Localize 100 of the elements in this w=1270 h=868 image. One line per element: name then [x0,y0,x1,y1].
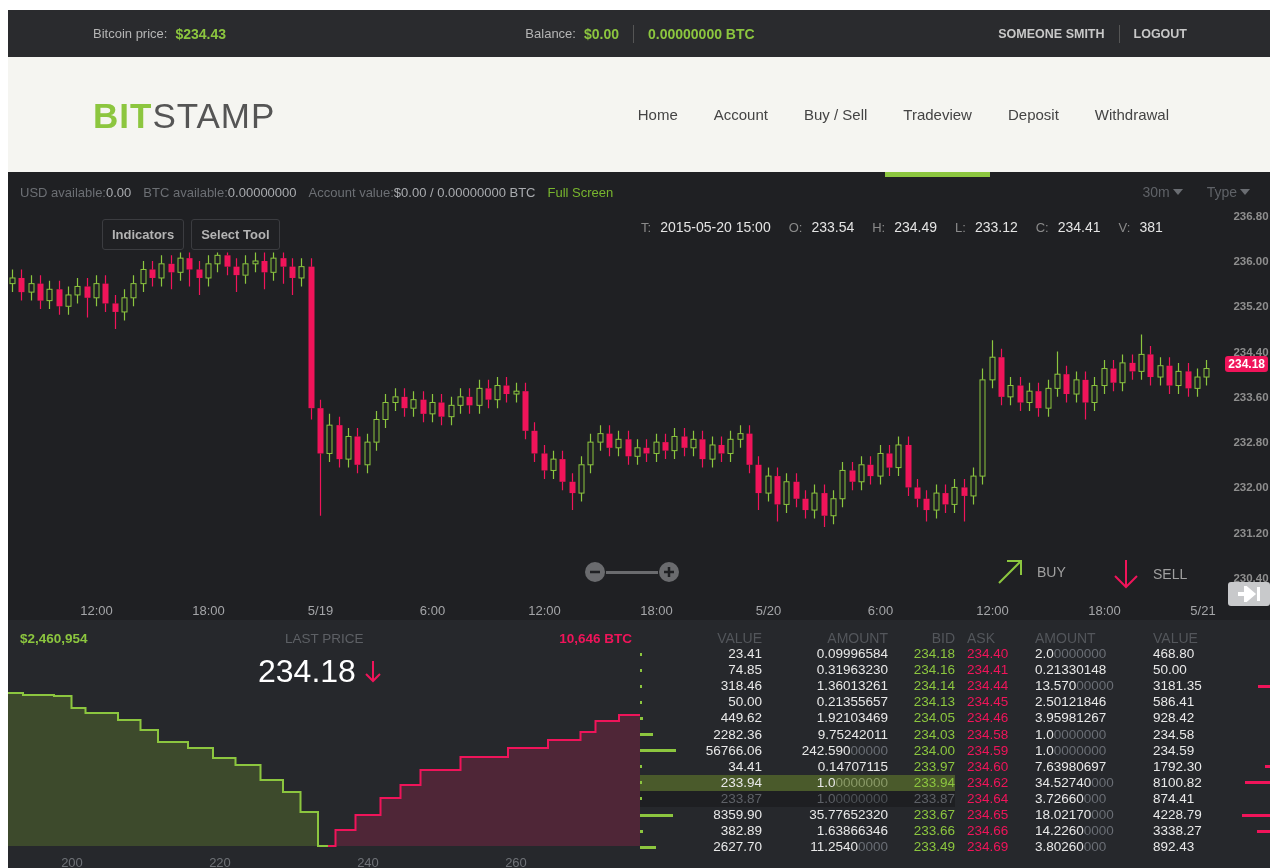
axis-label: 6:00 [419,603,446,618]
table-cell-text: 234.58 [966,726,1010,743]
candlestick [979,367,986,486]
candlestick [84,277,91,319]
table-cell-text: 1.92103469 [815,710,888,727]
table-cell-text: 0.14707115 [816,758,888,775]
full-screen-link[interactable]: Full Screen [547,184,614,200]
table-cell-text: 382.89 [719,823,762,840]
table-cell-text: 3.72660000 [1035,790,1108,808]
toolbar-button[interactable]: Select Tool [191,219,280,250]
depth-bar [640,829,643,833]
zoom-out-icon[interactable] [584,561,606,583]
candlestick [718,435,725,463]
table-cell-text: 234.40 [966,646,1010,663]
depth-bar [640,717,643,720]
depth-bar [640,733,653,737]
depth-bar [1265,765,1270,769]
table-cell-text: 50.00 [727,694,762,711]
candlestick [308,257,315,421]
ohlc-label: H: [872,220,886,235]
candlestick [802,489,809,520]
table-cell-text: 1.00000000 [1035,742,1108,759]
table-cell-text: 234.45 [966,694,1010,711]
table-cell-text: 0.09996584 [815,646,888,663]
zoom-bar[interactable] [606,570,658,574]
table-cell-text: 234.18 [912,646,955,663]
depth-bar [1257,829,1270,833]
candlestick [102,274,109,313]
table-cell-text: 234.59 [1153,742,1196,759]
last-price: 234.18 [258,653,356,690]
table-cell-text: 13.57000000 [1035,678,1115,695]
candlestick [923,489,930,522]
table-cell-text: 233.66 [912,823,955,840]
depth-bar [1258,684,1270,688]
axis-label: 234.40 [1233,345,1269,358]
table-cell-text: 1.63866346 [815,823,888,840]
axis-label: 232.80 [1233,436,1269,449]
price-value: $234.43 [175,25,227,42]
nav-link[interactable]: Buy / Sell [785,57,886,177]
candlestick [233,257,240,293]
axis-label: 235.20 [1233,300,1269,313]
buy-button[interactable]: BUY [997,559,1066,585]
bid-total: $2,460,954 [20,631,88,646]
candlestick [196,260,203,296]
sell-button[interactable]: SELL [1113,559,1188,589]
table-cell-text: 14.22600000 [1035,823,1115,840]
axis-label: 220 [209,855,231,868]
caret-down-icon [1240,189,1250,195]
table-cell-text: 34.41 [727,758,762,775]
table-cell-text: 0.21330148 [1035,662,1108,679]
table-cell-text: 234.16 [912,662,955,679]
candlestick [317,399,324,517]
arrow-to-bar-icon [1236,586,1262,602]
table-cell-text: 35.77652320 [808,807,888,824]
last-price-label: LAST PRICE [285,631,364,646]
table-cell-text: 234.14 [912,678,955,695]
table-cell-text: 234.65 [966,807,1010,824]
depth-bar [640,749,676,753]
account-stat: BTC available:0.00000000 [143,184,297,200]
balance-btc: 0.00000000 BTC [648,25,755,42]
candlestick [186,251,193,288]
balance-label: Balance: [525,26,576,41]
axis-label: 260 [505,855,527,868]
table-cell-text: 0.21355657 [815,694,888,711]
logo[interactable]: BITSTAMP [93,95,276,136]
table-cell-text: 2282.36 [712,726,762,743]
axis-label: 12:00 [976,603,1009,618]
ohlc-value: 381 [1139,219,1163,235]
ohlc-label: V: [1118,220,1131,235]
table-cell-text: 242.59000000 [800,742,888,759]
candlestick [280,251,287,285]
user-name: SOMEONE SMITH [998,26,1105,41]
candlestick [289,257,296,296]
logout-link[interactable]: LOGOUT [1133,26,1187,41]
zoom-in-icon[interactable] [658,561,680,583]
toolbar-button[interactable]: Indicators [102,219,185,250]
table-cell-text: 234.41 [966,662,1010,679]
axis-label: 231.20 [1233,526,1269,539]
arrow-up-right-icon [997,559,1023,585]
price-tag: 234.18 [1225,356,1268,372]
table-cell-text: 318.46 [719,678,762,695]
arrow-down-icon [1113,559,1139,589]
axis-label: 230.40 [1233,572,1269,584]
table-cell-text: 0.31963230 [815,662,888,679]
nav-link[interactable]: Home [619,57,696,177]
axis-label: 200 [61,855,83,868]
table-cell-text: 449.62 [719,710,762,727]
nav-link[interactable]: Account [695,57,786,177]
candlestick [1138,333,1145,381]
table-cell-text: 3.95981267 [1035,710,1108,727]
table-cell: 233.94 [888,774,955,791]
axis-label: 6:00 [867,603,894,618]
table-cell-text: 234.03 [912,726,955,743]
table-cell-text: 234.58 [1153,726,1196,743]
nav-link[interactable]: Deposit [989,57,1077,177]
table-cell-text: 8100.82 [1153,774,1203,791]
table-cell-text: 3181.35 [1153,678,1203,695]
table-cell-text: 234.13 [912,694,955,711]
table-cell-text: 233.67 [912,807,955,824]
nav-link[interactable]: Withdrawal [1076,57,1187,177]
